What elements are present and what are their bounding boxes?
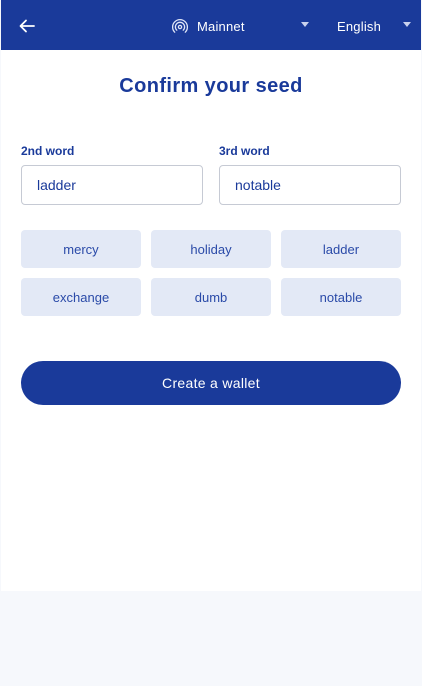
word-chip[interactable]: holiday (151, 230, 271, 268)
caret-down-icon (301, 22, 309, 27)
network-selector[interactable]: Mainnet (171, 12, 311, 40)
field-label-2nd-word: 2nd word (21, 144, 75, 158)
confirm-seed-card: Confirm your seed 2nd word 3rd word merc… (1, 50, 421, 591)
top-bar: Mainnet English (1, 0, 421, 50)
back-button[interactable] (15, 14, 39, 38)
word-chip[interactable]: notable (281, 278, 401, 316)
seed-word-input-3rd[interactable] (219, 165, 401, 205)
signal-icon (171, 17, 189, 35)
language-label: English (337, 18, 382, 34)
language-selector[interactable]: English (337, 12, 411, 40)
page-title: Confirm your seed (119, 75, 303, 97)
seed-word-input-2nd[interactable] (21, 165, 203, 205)
create-wallet-button[interactable]: Create a wallet (21, 361, 401, 405)
network-label: Mainnet (197, 18, 245, 34)
caret-down-icon (403, 22, 411, 27)
word-chip[interactable]: dumb (151, 278, 271, 316)
arrow-left-icon (19, 19, 35, 33)
word-chip[interactable]: mercy (21, 230, 141, 268)
word-chip[interactable]: exchange (21, 278, 141, 316)
word-chip[interactable]: ladder (281, 230, 401, 268)
field-label-3rd-word: 3rd word (219, 144, 270, 158)
